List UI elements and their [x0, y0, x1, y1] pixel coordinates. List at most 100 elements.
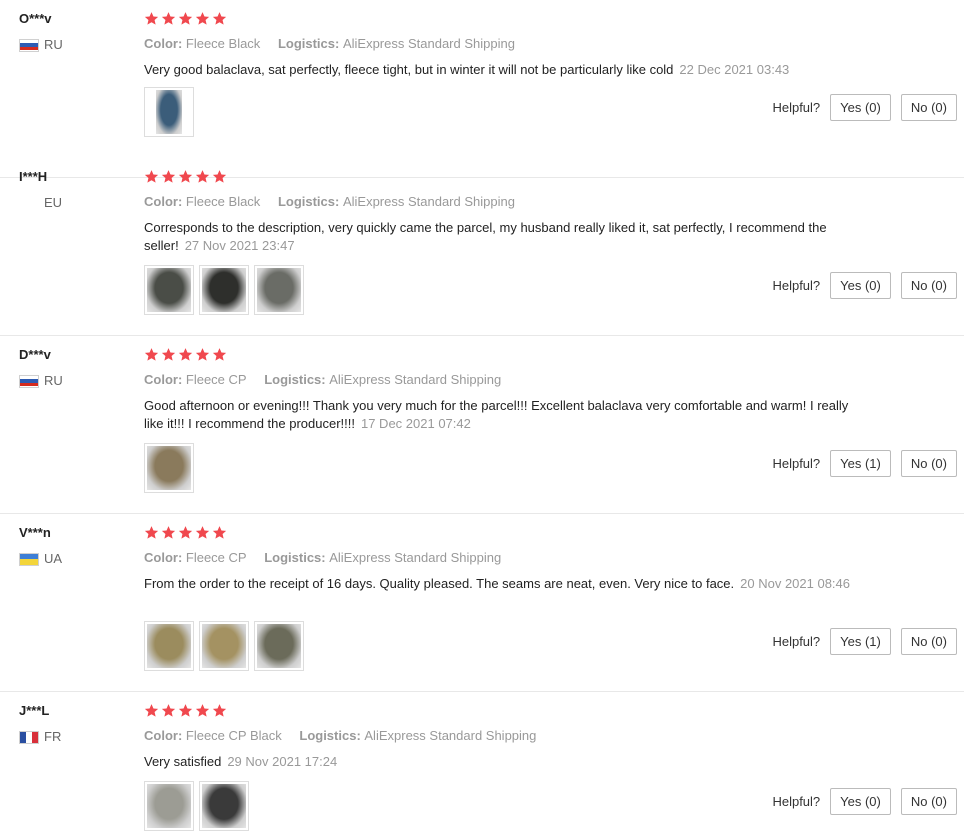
helpful-yes-button[interactable]: Yes (1)	[830, 450, 891, 477]
review-photo-thumbnail[interactable]	[144, 87, 194, 137]
star-icon	[212, 347, 227, 362]
review-item: J***L FR Color: Fleece CP Black Logistic…	[0, 692, 964, 839]
logistics-label: Logistics:	[277, 36, 343, 51]
ukraine-flag-icon	[19, 552, 39, 566]
helpful-no-button[interactable]: No (0)	[900, 788, 957, 815]
order-attributes: Color: Fleece CP Logistics: AliExpress S…	[144, 550, 864, 566]
review-photo-thumbnail[interactable]	[199, 621, 249, 671]
review-text: Corresponds to the description, very qui…	[144, 219, 864, 255]
review-photo-thumbnail[interactable]	[199, 781, 249, 831]
helpful-no-button[interactable]: No (0)	[900, 628, 957, 655]
france-flag-icon	[19, 730, 39, 744]
review-body: Very satisfied	[144, 754, 222, 769]
country-code: EU	[44, 195, 63, 210]
logistics-value: AliExpress Standard Shipping	[364, 728, 537, 743]
review-photo-thumbnail[interactable]	[199, 265, 249, 315]
photo-image	[147, 446, 191, 490]
star-icon	[178, 169, 193, 184]
reviewer-name: V***n	[19, 525, 51, 540]
color-value: Fleece CP	[185, 550, 247, 565]
helpful-yes-button[interactable]: Yes (1)	[830, 628, 891, 655]
russia-flag-icon	[19, 38, 39, 52]
star-icon	[212, 525, 227, 540]
reviewer-name: O***v	[19, 11, 52, 26]
order-attributes: Color: Fleece Black Logistics: AliExpres…	[144, 36, 864, 52]
review-item: O***v RU Color: Fleece Black Logistics: …	[0, 0, 964, 178]
reviewer-name: I***H	[19, 169, 48, 184]
country-code: UA	[44, 551, 63, 566]
photo-image	[202, 268, 246, 312]
color-label: Color:	[144, 728, 186, 743]
review-date: 20 Nov 2021 08:46	[740, 576, 851, 591]
star-icon	[178, 347, 193, 362]
order-attributes: Color: Fleece CP Black Logistics: AliExp…	[144, 728, 864, 744]
review-text: Good afternoon or evening!!! Thank you v…	[144, 397, 864, 433]
helpful-no-button[interactable]: No (0)	[900, 450, 957, 477]
review-text: Very satisfied 29 Nov 2021 17:24	[144, 753, 864, 771]
star-icon	[161, 11, 176, 26]
star-icon	[161, 525, 176, 540]
logistics-value: AliExpress Standard Shipping	[329, 372, 502, 387]
review-photo-thumbnail[interactable]	[254, 265, 304, 315]
reviewer-country: UA	[19, 552, 129, 566]
star-icon	[195, 525, 210, 540]
review-photo-thumbnail[interactable]	[254, 621, 304, 671]
star-rating	[144, 11, 864, 27]
review-text: From the order to the receipt of 16 days…	[144, 575, 864, 593]
star-icon	[161, 347, 176, 362]
star-icon	[212, 703, 227, 718]
helpful-no-button[interactable]: No (0)	[900, 94, 957, 121]
review-photo-thumbnail[interactable]	[144, 443, 194, 493]
star-icon	[212, 11, 227, 26]
review-body: From the order to the receipt of 16 days…	[144, 576, 735, 591]
star-icon	[178, 703, 193, 718]
helpful-label: Helpful?	[772, 634, 821, 649]
review-photo-thumbnail[interactable]	[144, 265, 194, 315]
review-photo-thumbnail[interactable]	[144, 781, 194, 831]
reviewer-info: J***L FR	[19, 704, 129, 744]
star-icon	[144, 347, 159, 362]
helpful-no-button[interactable]: No (0)	[900, 272, 957, 299]
helpful-yes-button[interactable]: Yes (0)	[830, 94, 891, 121]
helpful-vote: Helpful? Yes (0) No (0)	[772, 272, 957, 299]
blank-flag-icon	[19, 197, 39, 210]
photo-image	[257, 268, 301, 312]
color-label: Color:	[144, 372, 186, 387]
star-icon	[144, 11, 159, 26]
review-date: 29 Nov 2021 17:24	[227, 754, 338, 769]
helpful-vote: Helpful? Yes (1) No (0)	[772, 628, 957, 655]
review-content: Color: Fleece CP Black Logistics: AliExp…	[144, 703, 864, 771]
logistics-label: Logistics:	[299, 728, 365, 743]
review-photos	[144, 621, 309, 671]
review-content: Color: Fleece CP Logistics: AliExpress S…	[144, 347, 864, 433]
review-content: Color: Fleece Black Logistics: AliExpres…	[144, 11, 864, 79]
order-attributes: Color: Fleece CP Logistics: AliExpress S…	[144, 372, 864, 388]
star-rating	[144, 347, 864, 363]
logistics-label: Logistics:	[264, 372, 330, 387]
helpful-yes-button[interactable]: Yes (0)	[830, 788, 891, 815]
star-icon	[144, 525, 159, 540]
review-item: D***v RU Color: Fleece CP Logistics: Ali…	[0, 336, 964, 514]
star-rating	[144, 169, 864, 185]
logistics-label: Logistics:	[264, 550, 330, 565]
review-date: 22 Dec 2021 03:43	[679, 62, 790, 77]
photo-image	[147, 624, 191, 668]
review-content: Color: Fleece CP Logistics: AliExpress S…	[144, 525, 864, 593]
color-value: Fleece CP Black	[185, 728, 282, 743]
logistics-value: AliExpress Standard Shipping	[342, 36, 515, 51]
photo-image	[202, 624, 246, 668]
helpful-vote: Helpful? Yes (0) No (0)	[772, 94, 957, 121]
reviewer-name: D***v	[19, 347, 51, 362]
helpful-label: Helpful?	[772, 794, 821, 809]
color-value: Fleece Black	[185, 36, 261, 51]
color-value: Fleece Black	[185, 194, 261, 209]
review-item: I***H EU Color: Fleece Black Logistics: …	[0, 158, 964, 336]
star-icon	[195, 347, 210, 362]
review-photo-thumbnail[interactable]	[144, 621, 194, 671]
logistics-label: Logistics:	[277, 194, 343, 209]
star-icon	[161, 169, 176, 184]
helpful-yes-button[interactable]: Yes (0)	[830, 272, 891, 299]
review-item: V***n UA Color: Fleece CP Logistics: Ali…	[0, 514, 964, 692]
star-icon	[144, 703, 159, 718]
star-icon	[178, 11, 193, 26]
